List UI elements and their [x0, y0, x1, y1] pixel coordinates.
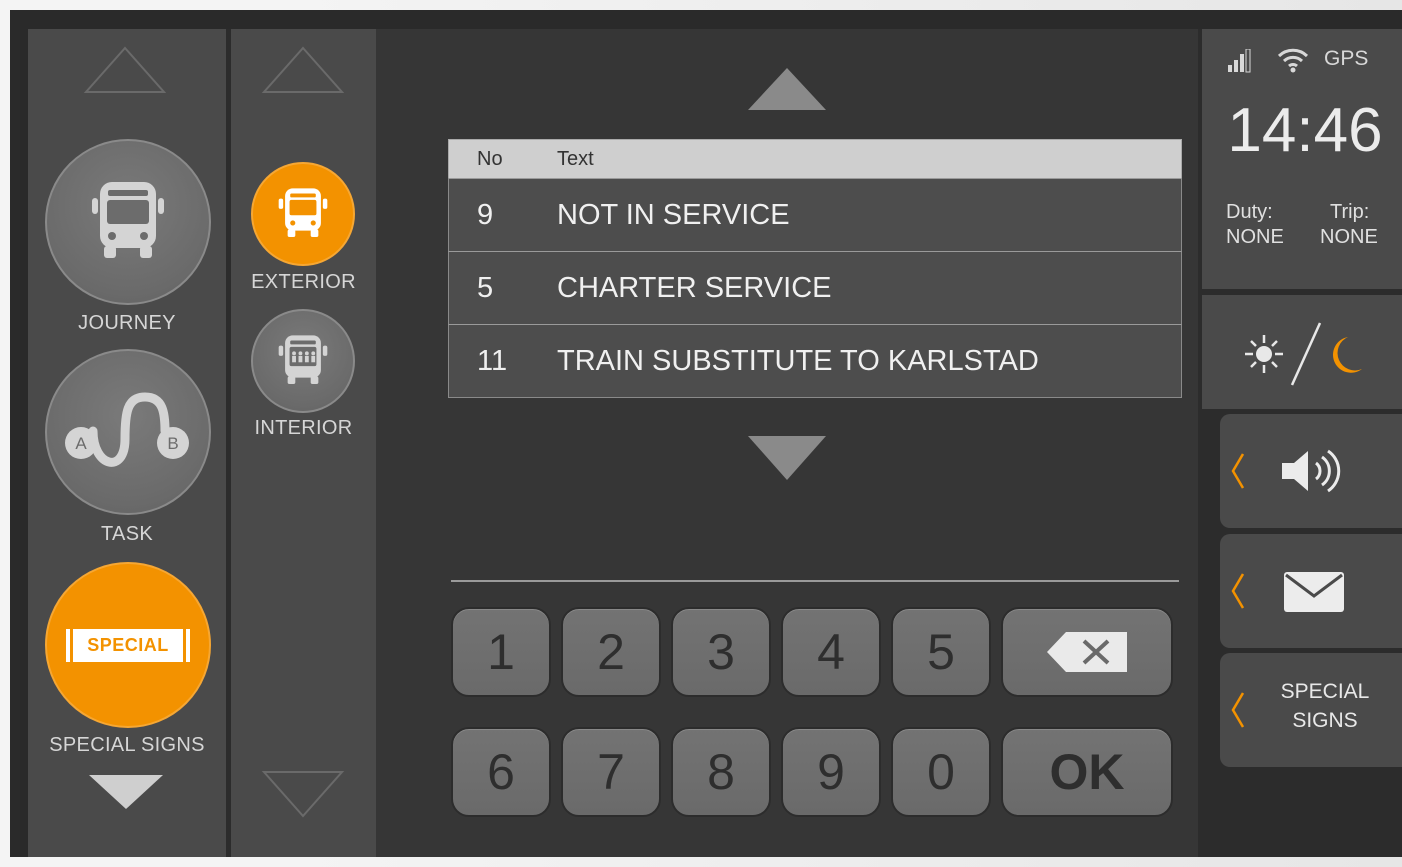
scroll-up-icon[interactable]	[83, 45, 167, 95]
task-label: TASK	[101, 523, 153, 545]
scroll-up-icon[interactable]	[261, 45, 345, 95]
clock: 14:46	[1227, 96, 1383, 165]
bus-interior-icon	[278, 335, 328, 385]
special-signs-menu-button[interactable]: SPECIAL SIGNS	[1220, 653, 1402, 767]
status-sidebar: GPS 14:46 Duty: NONE Trip: NONE SPECIAL …	[1198, 29, 1402, 857]
key-1[interactable]: 1	[451, 607, 551, 697]
main-menu: JOURNEY A B TASK SPECIAL SPECIAL SIGNS	[28, 29, 226, 857]
bus-exterior-icon	[278, 188, 328, 238]
key-2[interactable]: 2	[561, 607, 661, 697]
chevron-left-icon	[1231, 573, 1245, 609]
volume-button[interactable]	[1220, 414, 1402, 528]
chevron-left-icon	[1231, 453, 1245, 489]
backspace-button[interactable]	[1001, 607, 1173, 697]
key-7[interactable]: 7	[561, 727, 661, 817]
gps-indicator: GPS	[1324, 47, 1369, 70]
key-0[interactable]: 0	[891, 727, 991, 817]
row-text: TRAIN SUBSTITUTE TO KARLSTAD	[557, 344, 1039, 377]
key-8[interactable]: 8	[671, 727, 771, 817]
table-row[interactable]: 9 NOT IN SERVICE	[448, 178, 1182, 252]
chevron-left-icon	[1231, 692, 1245, 728]
signal-strength-icon	[1228, 49, 1251, 73]
envelope-icon	[1284, 572, 1344, 612]
key-9[interactable]: 9	[781, 727, 881, 817]
sign-type-menu: EXTERIOR INTERIOR	[231, 29, 376, 857]
task-button[interactable]: A B	[45, 349, 211, 515]
row-text: CHARTER SERVICE	[557, 271, 832, 304]
svg-text:A: A	[75, 434, 87, 453]
trip-label: Trip:	[1330, 201, 1370, 223]
key-6[interactable]: 6	[451, 727, 551, 817]
sign-table: No Text 9 NOT IN SERVICE 5 CHARTER SERVI…	[448, 139, 1182, 398]
status-panel: GPS 14:46 Duty: NONE Trip: NONE	[1202, 29, 1402, 289]
special-signs-button[interactable]: SPECIAL	[45, 562, 211, 728]
sign-selection-panel: No Text 9 NOT IN SERVICE 5 CHARTER SERVI…	[376, 29, 1198, 857]
special-badge: SPECIAL	[73, 628, 183, 662]
list-scroll-up-icon[interactable]	[746, 66, 828, 112]
table-row[interactable]: 11 TRAIN SUBSTITUTE TO KARLSTAD	[448, 324, 1182, 398]
scroll-down-icon[interactable]	[86, 772, 166, 812]
header-no: No	[477, 147, 503, 170]
row-no: 5	[477, 271, 494, 304]
key-5[interactable]: 5	[891, 607, 991, 697]
table-header: No Text	[448, 139, 1182, 179]
exterior-label: EXTERIOR	[251, 271, 356, 293]
interior-label: INTERIOR	[254, 417, 353, 439]
svg-text:B: B	[167, 434, 178, 453]
duty-value: NONE	[1226, 226, 1284, 248]
scroll-down-icon[interactable]	[261, 769, 345, 819]
header-text: Text	[557, 147, 594, 170]
duty-label: Duty:	[1226, 201, 1273, 223]
exterior-button[interactable]	[251, 162, 355, 266]
interior-button[interactable]	[251, 309, 355, 413]
speaker-icon	[1282, 449, 1341, 493]
ok-button[interactable]: OK	[1001, 727, 1173, 817]
backspace-icon	[1047, 632, 1127, 672]
table-row[interactable]: 5 CHARTER SERVICE	[448, 251, 1182, 325]
day-night-icon	[1245, 322, 1362, 386]
row-no: 11	[477, 344, 508, 377]
wifi-icon	[1277, 48, 1309, 73]
key-3[interactable]: 3	[671, 607, 771, 697]
route-a-b-icon: A B	[65, 392, 189, 467]
trip-value: NONE	[1320, 226, 1378, 248]
special-signs-line1: SPECIAL	[1280, 680, 1370, 703]
screen: JOURNEY A B TASK SPECIAL SPECIAL SIGNS E…	[28, 29, 1402, 857]
special-sign-icon: SPECIAL	[66, 628, 190, 662]
key-4[interactable]: 4	[781, 607, 881, 697]
journey-button[interactable]	[45, 139, 211, 305]
row-no: 9	[477, 198, 494, 231]
journey-label: JOURNEY	[78, 312, 176, 334]
row-text: NOT IN SERVICE	[557, 198, 790, 231]
keypad-divider	[451, 580, 1179, 582]
special-signs-label: SPECIAL SIGNS	[49, 734, 205, 756]
list-scroll-down-icon[interactable]	[746, 434, 828, 482]
messages-button[interactable]	[1220, 534, 1402, 648]
day-night-toggle[interactable]	[1202, 295, 1402, 409]
bus-front-icon	[92, 182, 164, 258]
special-signs-line2: SIGNS	[1292, 709, 1358, 732]
